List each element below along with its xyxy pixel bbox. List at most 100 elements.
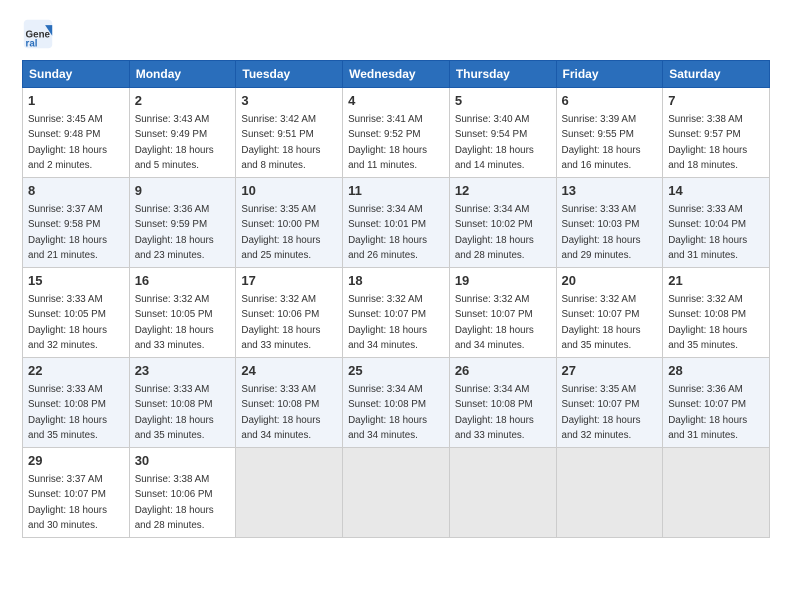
day-number: 27 [562, 362, 658, 380]
day-number: 6 [562, 92, 658, 110]
day-cell: 11 Sunrise: 3:34 AMSunset: 10:01 PMDaylig… [343, 178, 450, 268]
day-number: 7 [668, 92, 764, 110]
day-cell: 10 Sunrise: 3:35 AMSunset: 10:00 PMDaylig… [236, 178, 343, 268]
day-cell: 15Sunrise: 3:33 AMSunset: 10:05 PMDaylig… [23, 268, 130, 358]
day-info: Sunrise: 3:39 AMSunset: 9:55 PMDaylight:… [562, 114, 641, 171]
day-info: Sunrise: 3:34 AMSunset: 10:01 PMDaylight… [348, 204, 427, 261]
day-number: 30 [135, 452, 231, 470]
day-cell: 5 Sunrise: 3:40 AMSunset: 9:54 PMDaylight… [449, 88, 556, 178]
day-cell: 4Sunrise: 3:41 AMSunset: 9:52 PMDaylight… [343, 88, 450, 178]
day-number: 21 [668, 272, 764, 290]
day-number: 10 [241, 182, 337, 200]
day-number: 1 [28, 92, 124, 110]
day-cell: 12 Sunrise: 3:34 AMSunset: 10:02 PMDaylig… [449, 178, 556, 268]
week-row-4: 22 Sunrise: 3:33 AMSunset: 10:08 PMDaylig… [23, 358, 770, 448]
day-info: Sunrise: 3:33 AMSunset: 10:08 PMDaylight… [28, 384, 107, 441]
day-cell: 13Sunrise: 3:33 AMSunset: 10:03 PMDaylig… [556, 178, 663, 268]
day-cell: 1 Sunrise: 3:45 AMSunset: 9:48 PMDaylight… [23, 88, 130, 178]
svg-text:ral: ral [26, 38, 38, 49]
day-cell: 17 Sunrise: 3:32 AMSunset: 10:06 PMDaylig… [236, 268, 343, 358]
day-cell: 8Sunrise: 3:37 AMSunset: 9:58 PMDaylight… [23, 178, 130, 268]
day-cell: 19 Sunrise: 3:32 AMSunset: 10:07 PMDaylig… [449, 268, 556, 358]
day-info: Sunrise: 3:42 AMSunset: 9:51 PMDaylight:… [241, 114, 320, 171]
day-info: Sunrise: 3:45 AMSunset: 9:48 PMDaylight:… [28, 114, 107, 171]
day-number: 5 [455, 92, 551, 110]
day-cell: 22 Sunrise: 3:33 AMSunset: 10:08 PMDaylig… [23, 358, 130, 448]
day-number: 28 [668, 362, 764, 380]
day-cell: 25 Sunrise: 3:34 AMSunset: 10:08 PMDaylig… [343, 358, 450, 448]
day-cell: 29Sunrise: 3:37 AMSunset: 10:07 PMDaylig… [23, 448, 130, 538]
day-cell: 16 Sunrise: 3:32 AMSunset: 10:05 PMDaylig… [129, 268, 236, 358]
day-cell [449, 448, 556, 538]
day-number: 2 [135, 92, 231, 110]
day-info: Sunrise: 3:32 AMSunset: 10:06 PMDaylight… [241, 294, 320, 351]
day-info: Sunrise: 3:33 AMSunset: 10:04 PMDaylight… [668, 204, 747, 261]
day-cell: 24 Sunrise: 3:33 AMSunset: 10:08 PMDaylig… [236, 358, 343, 448]
col-header-tuesday: Tuesday [236, 61, 343, 88]
day-info: Sunrise: 3:34 AMSunset: 10:08 PMDaylight… [348, 384, 427, 441]
day-info: Sunrise: 3:33 AMSunset: 10:08 PMDaylight… [241, 384, 320, 441]
day-info: Sunrise: 3:41 AMSunset: 9:52 PMDaylight:… [348, 114, 427, 171]
day-info: Sunrise: 3:32 AMSunset: 10:07 PMDaylight… [455, 294, 534, 351]
day-number: 17 [241, 272, 337, 290]
day-number: 29 [28, 452, 124, 470]
day-info: Sunrise: 3:36 AMSunset: 10:07 PMDaylight… [668, 384, 747, 441]
day-number: 9 [135, 182, 231, 200]
day-number: 13 [562, 182, 658, 200]
day-info: Sunrise: 3:38 AMSunset: 10:06 PMDaylight… [135, 474, 214, 531]
day-cell: 9 Sunrise: 3:36 AMSunset: 9:59 PMDaylight… [129, 178, 236, 268]
day-info: Sunrise: 3:32 AMSunset: 10:07 PMDaylight… [348, 294, 427, 351]
col-header-wednesday: Wednesday [343, 61, 450, 88]
col-header-friday: Friday [556, 61, 663, 88]
day-info: Sunrise: 3:38 AMSunset: 9:57 PMDaylight:… [668, 114, 747, 171]
day-cell: 26 Sunrise: 3:34 AMSunset: 10:08 PMDaylig… [449, 358, 556, 448]
logo: Gene ral [22, 18, 58, 50]
day-info: Sunrise: 3:32 AMSunset: 10:08 PMDaylight… [668, 294, 747, 351]
day-info: Sunrise: 3:34 AMSunset: 10:02 PMDaylight… [455, 204, 534, 261]
logo-icon: Gene ral [22, 18, 54, 50]
day-info: Sunrise: 3:33 AMSunset: 10:08 PMDaylight… [135, 384, 214, 441]
col-header-thursday: Thursday [449, 61, 556, 88]
day-number: 3 [241, 92, 337, 110]
day-number: 19 [455, 272, 551, 290]
calendar-table: SundayMondayTuesdayWednesdayThursdayFrid… [22, 60, 770, 538]
day-number: 14 [668, 182, 764, 200]
col-header-saturday: Saturday [663, 61, 770, 88]
day-info: Sunrise: 3:32 AMSunset: 10:05 PMDaylight… [135, 294, 214, 351]
week-row-5: 29Sunrise: 3:37 AMSunset: 10:07 PMDaylig… [23, 448, 770, 538]
day-number: 22 [28, 362, 124, 380]
day-cell [343, 448, 450, 538]
day-info: Sunrise: 3:35 AMSunset: 10:07 PMDaylight… [562, 384, 641, 441]
day-info: Sunrise: 3:36 AMSunset: 9:59 PMDaylight:… [135, 204, 214, 261]
day-cell: 7 Sunrise: 3:38 AMSunset: 9:57 PMDaylight… [663, 88, 770, 178]
col-header-monday: Monday [129, 61, 236, 88]
day-info: Sunrise: 3:40 AMSunset: 9:54 PMDaylight:… [455, 114, 534, 171]
day-number: 25 [348, 362, 444, 380]
header-row: SundayMondayTuesdayWednesdayThursdayFrid… [23, 61, 770, 88]
day-number: 18 [348, 272, 444, 290]
day-number: 23 [135, 362, 231, 380]
day-cell: 21 Sunrise: 3:32 AMSunset: 10:08 PMDaylig… [663, 268, 770, 358]
day-number: 24 [241, 362, 337, 380]
day-number: 11 [348, 182, 444, 200]
day-cell [663, 448, 770, 538]
day-cell: 30 Sunrise: 3:38 AMSunset: 10:06 PMDaylig… [129, 448, 236, 538]
day-number: 12 [455, 182, 551, 200]
day-cell: 14 Sunrise: 3:33 AMSunset: 10:04 PMDaylig… [663, 178, 770, 268]
day-cell: 2 Sunrise: 3:43 AMSunset: 9:49 PMDaylight… [129, 88, 236, 178]
day-cell: 3 Sunrise: 3:42 AMSunset: 9:51 PMDaylight… [236, 88, 343, 178]
day-info: Sunrise: 3:35 AMSunset: 10:00 PMDaylight… [241, 204, 320, 261]
day-cell: 27 Sunrise: 3:35 AMSunset: 10:07 PMDaylig… [556, 358, 663, 448]
week-row-3: 15Sunrise: 3:33 AMSunset: 10:05 PMDaylig… [23, 268, 770, 358]
day-info: Sunrise: 3:43 AMSunset: 9:49 PMDaylight:… [135, 114, 214, 171]
week-row-1: 1 Sunrise: 3:45 AMSunset: 9:48 PMDaylight… [23, 88, 770, 178]
day-cell: 6 Sunrise: 3:39 AMSunset: 9:55 PMDaylight… [556, 88, 663, 178]
day-number: 26 [455, 362, 551, 380]
header: Gene ral [22, 18, 770, 50]
day-info: Sunrise: 3:32 AMSunset: 10:07 PMDaylight… [562, 294, 641, 351]
day-cell: 20Sunrise: 3:32 AMSunset: 10:07 PMDaylig… [556, 268, 663, 358]
day-info: Sunrise: 3:34 AMSunset: 10:08 PMDaylight… [455, 384, 534, 441]
day-cell [556, 448, 663, 538]
day-number: 15 [28, 272, 124, 290]
day-number: 16 [135, 272, 231, 290]
